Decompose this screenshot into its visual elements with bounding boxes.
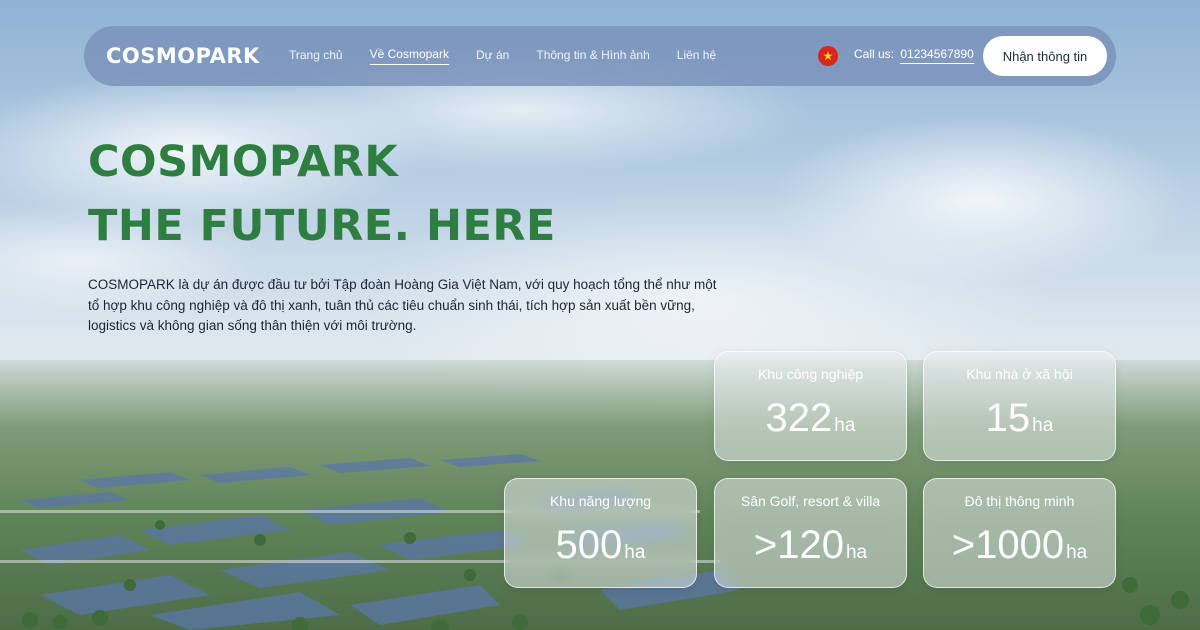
stat-value-wrap: 15 ha xyxy=(924,396,1115,441)
get-info-button[interactable]: Nhận thông tin xyxy=(983,36,1107,76)
stat-label: Khu nhà ở xã hội xyxy=(966,366,1073,382)
nav-link-about[interactable]: Về Cosmopark xyxy=(369,47,449,65)
stat-unit: ha xyxy=(834,415,856,436)
stat-unit: ha xyxy=(624,542,646,563)
nav-links: Trang chủ Về Cosmopark Dự án Thông tin &… xyxy=(289,26,743,86)
stat-label: Khu công nghiệp xyxy=(757,366,864,382)
stat-value-wrap: 500 ha xyxy=(505,523,696,568)
hero-title-line1: COSMOPARK xyxy=(88,137,399,187)
nav-link-home[interactable]: Trang chủ xyxy=(289,48,343,65)
stat-value: 322 xyxy=(765,396,833,440)
stat-card-social-housing: Khu nhà ở xã hội 15 ha xyxy=(923,351,1116,461)
stat-label: Khu năng lượng xyxy=(549,493,652,509)
top-navigation-bar: COSMOPARK Trang chủ Về Cosmopark Dự án T… xyxy=(84,26,1116,86)
phone-number-link[interactable]: 01234567890 xyxy=(900,47,974,64)
stat-card-smart-city: Đô thị thông minh >1000 ha xyxy=(923,478,1116,588)
nav-link-projects[interactable]: Dự án xyxy=(476,48,509,65)
stat-card-golf-resort: Sân Golf, resort & villa >120 ha xyxy=(714,478,907,588)
stat-value-wrap: >1000 ha xyxy=(924,523,1115,568)
hero-title-line2: THE FUTURE. HERE xyxy=(88,201,556,251)
stat-value-wrap: >120 ha xyxy=(715,523,906,568)
stat-unit: ha xyxy=(1066,542,1088,563)
stat-value: >1000 xyxy=(951,523,1065,567)
stat-unit: ha xyxy=(845,542,868,563)
cosmopark-logo[interactable]: COSMOPARK xyxy=(106,44,260,68)
call-label: Call us: xyxy=(854,47,895,61)
stat-value: 15 xyxy=(985,396,1031,440)
stat-label: Đô thị thông minh xyxy=(964,493,1075,509)
stat-value: >120 xyxy=(753,523,844,567)
nav-link-contact[interactable]: Liên hệ xyxy=(677,48,716,65)
stat-card-energy: Khu năng lượng 500 ha xyxy=(504,478,697,588)
stat-value-wrap: 322 ha xyxy=(715,396,906,441)
vietnam-flag-icon[interactable]: ★ xyxy=(818,46,838,66)
stat-card-industrial: Khu công nghiệp 322 ha xyxy=(714,351,907,461)
nav-link-news-gallery[interactable]: Thông tin & Hình ảnh xyxy=(536,48,649,65)
hero-description: COSMOPARK là dự án được đầu tư bởi Tập đ… xyxy=(88,277,717,333)
stat-value: 500 xyxy=(555,523,623,567)
stat-label: Sân Golf, resort & villa xyxy=(740,493,881,509)
stat-unit: ha xyxy=(1032,415,1054,436)
call-us: Call us: 01234567890 xyxy=(854,47,974,64)
